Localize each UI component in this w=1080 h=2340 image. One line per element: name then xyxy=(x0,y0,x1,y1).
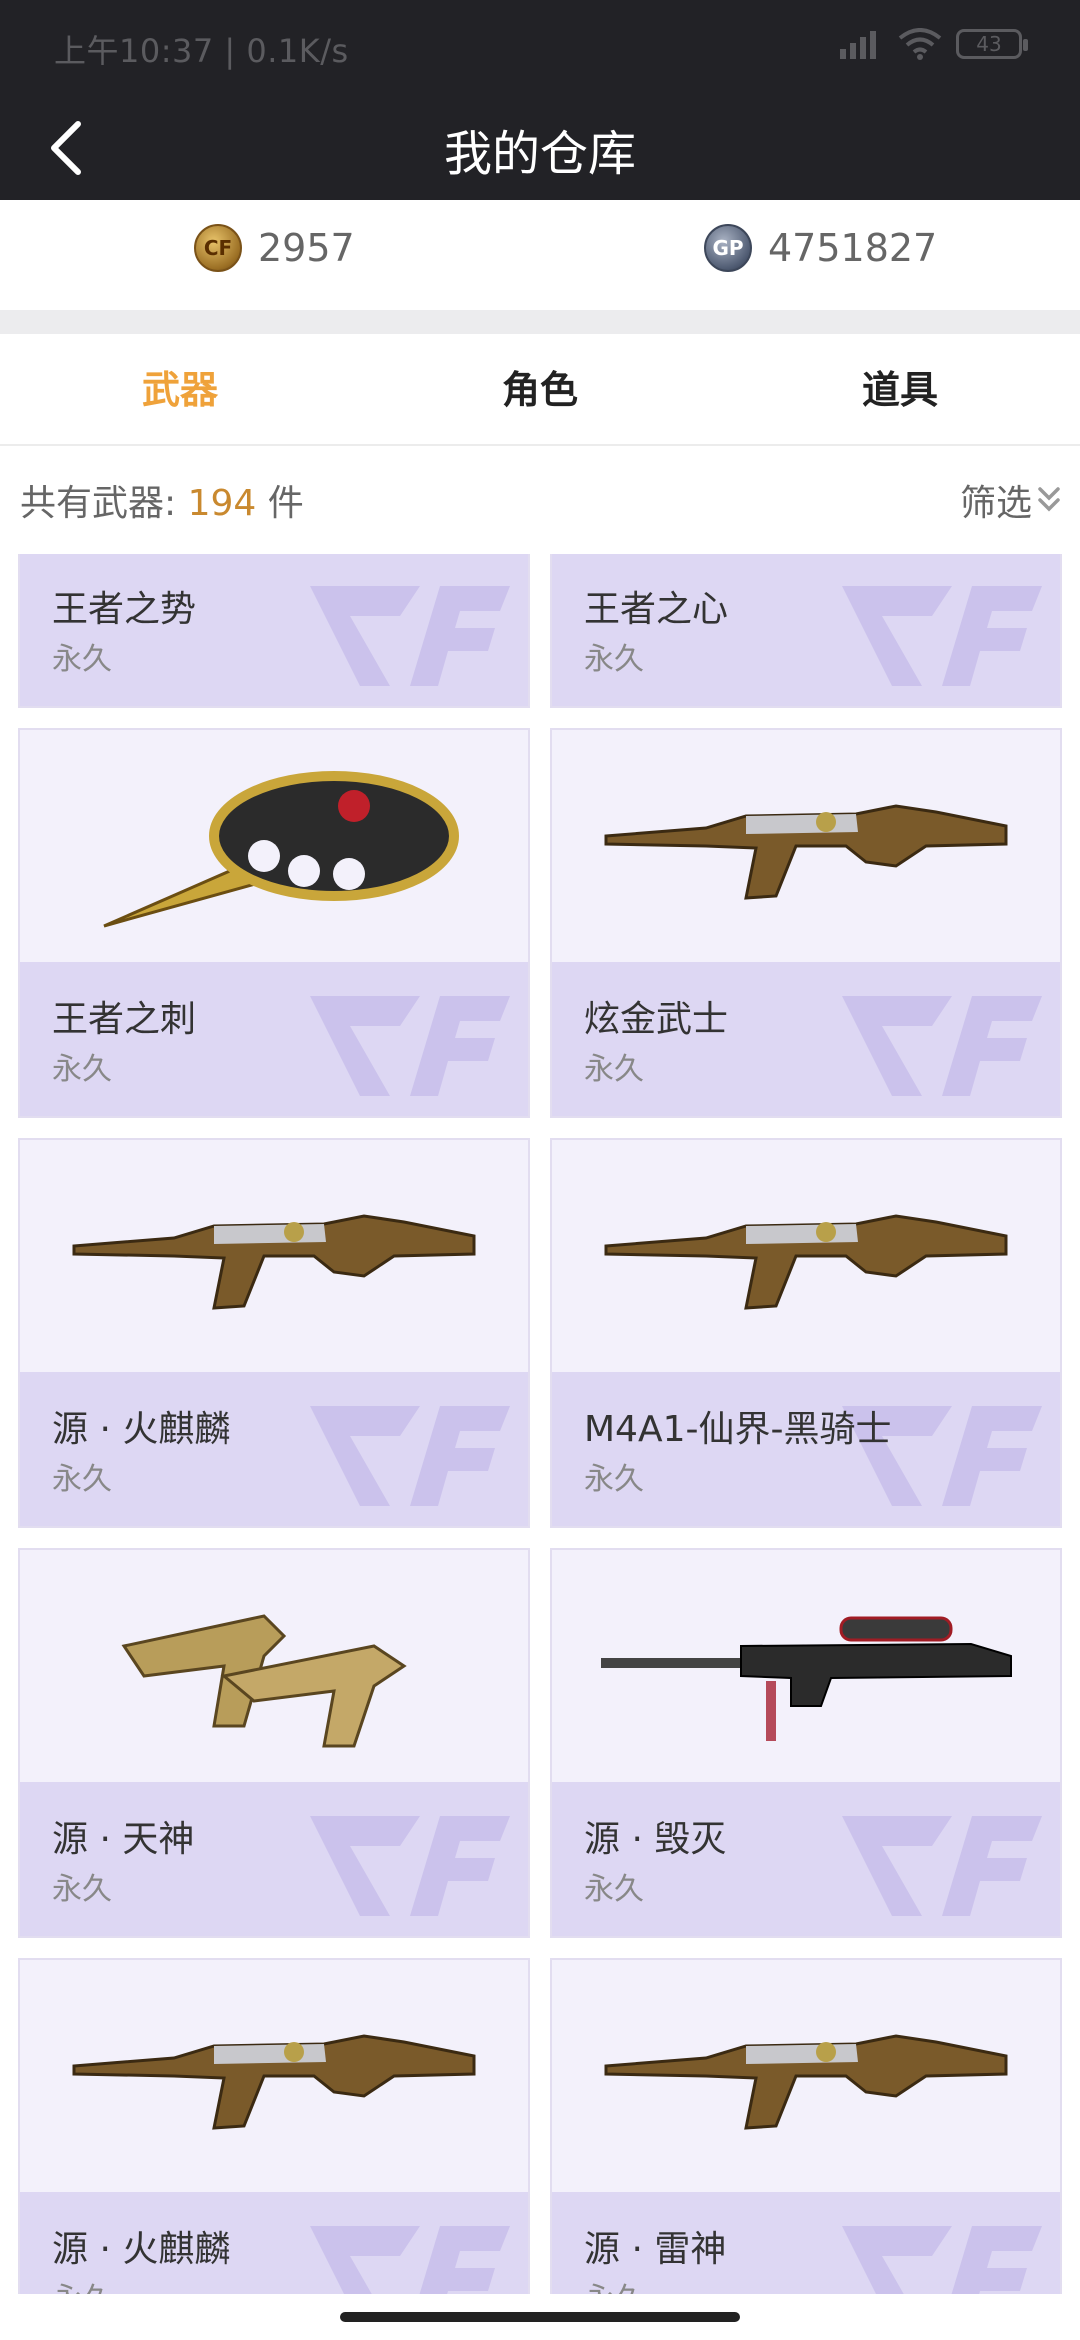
rifle-icon xyxy=(552,730,1060,962)
cf-coin-icon: CF xyxy=(194,224,242,272)
filter-button[interactable]: 筛选 xyxy=(960,474,1062,526)
cf-watermark-icon xyxy=(842,1816,1042,1916)
nav-bar: 我的仓库 xyxy=(0,96,1080,200)
weapon-card-info: 王者之势 永久 xyxy=(20,554,528,706)
wifi-icon xyxy=(898,28,942,60)
weapon-card[interactable]: 源 · 雷神永久 xyxy=(550,1958,1062,2294)
weapon-card[interactable]: 王者之心 永久 xyxy=(550,554,1062,708)
weapon-name: 王者之刺 xyxy=(52,999,197,1040)
weapon-card[interactable]: 炫金武士 永久 xyxy=(550,728,1062,1118)
weapon-duration: 永久 xyxy=(52,642,112,677)
weapon-card-info: 王者之心 永久 xyxy=(552,554,1060,706)
weapon-count-suffix: 件 xyxy=(256,483,304,524)
dual-pistol-icon xyxy=(20,1550,528,1782)
rifle-icon xyxy=(20,1140,528,1372)
weapon-card[interactable]: 王者之刺 永久 xyxy=(18,728,530,1118)
gp-points-value: 4751827 xyxy=(768,226,938,270)
cf-watermark-icon xyxy=(842,2226,1042,2294)
weapon-count-prefix: 共有武器: xyxy=(20,483,188,524)
weapon-card[interactable]: 源 · 火麒麟永久 xyxy=(18,1958,530,2294)
cf-watermark-icon xyxy=(310,2226,510,2294)
weapon-duration: 永久 xyxy=(584,642,644,677)
double-chevron-down-icon xyxy=(1038,487,1060,512)
battery-level: 43 xyxy=(976,32,1002,56)
status-time: 上午10:37 | 0.1K/s xyxy=(54,32,349,70)
weapon-duration: 永久 xyxy=(584,1462,644,1497)
cf-points: CF 2957 xyxy=(194,224,355,272)
filter-label: 筛选 xyxy=(959,483,1032,524)
weapon-card[interactable]: 源 · 天神永久 xyxy=(18,1548,530,1938)
gp-coin-icon: GP xyxy=(704,224,752,272)
weapon-name: 源 · 火麒麟 xyxy=(52,1409,231,1450)
battery-icon: 43 xyxy=(956,29,1028,59)
weapon-duration: 永久 xyxy=(52,1462,112,1497)
weapon-name: 源 · 毁灭 xyxy=(584,1819,727,1860)
weapon-name: 源 · 火麒麟 xyxy=(52,2229,231,2270)
sniper-rifle-icon xyxy=(552,1550,1060,1782)
weapon-card-info: 源 · 毁灭永久 xyxy=(552,1782,1060,1936)
weapon-duration: 永久 xyxy=(52,1872,112,1907)
gp-points: GP 4751827 xyxy=(704,224,937,272)
home-indicator[interactable] xyxy=(340,2312,740,2322)
weapon-name: 源 · 雷神 xyxy=(584,2229,727,2270)
weapon-duration: 永久 xyxy=(584,1052,644,1087)
knuckle-knife-icon xyxy=(20,730,528,962)
weapon-name: M4A1-仙界-黑骑士 xyxy=(584,1409,892,1450)
weapon-count: 共有武器: 194 件 xyxy=(20,474,304,526)
weapon-duration: 永久 xyxy=(52,2274,112,2294)
weapon-card-info: 炫金武士 永久 xyxy=(552,962,1060,1116)
top-bar: 上午10:37 | 0.1K/s 43 我的仓库 xyxy=(0,0,1080,200)
cf-watermark-icon xyxy=(310,586,510,686)
section-divider xyxy=(0,310,1080,334)
weapon-name: 王者之势 xyxy=(52,589,197,630)
cf-watermark-icon xyxy=(842,996,1042,1096)
status-icons: 43 xyxy=(838,28,1028,60)
tab-items[interactable]: 道具 xyxy=(720,334,1080,444)
tab-characters[interactable]: 角色 xyxy=(360,334,720,444)
cf-points-value: 2957 xyxy=(258,226,355,270)
weapon-card[interactable]: 源 · 毁灭永久 xyxy=(550,1548,1062,1938)
weapon-grid: 王者之势 永久 王者之心 永久 王者之刺 永久 炫金武士 永久 源 · 火麒麟 永久 M4… xyxy=(0,554,1080,2294)
rifle-icon xyxy=(20,1960,528,2192)
rifle-icon xyxy=(552,1140,1060,1372)
weapon-count-value: 194 xyxy=(187,483,257,524)
signal-icon xyxy=(840,31,876,59)
weapon-card[interactable]: M4A1-仙界-黑骑士永久 xyxy=(550,1138,1062,1528)
status-bar: 上午10:37 | 0.1K/s 43 xyxy=(0,0,1080,96)
weapon-duration: 永久 xyxy=(584,1872,644,1907)
tab-weapons[interactable]: 武器 xyxy=(0,334,360,444)
weapon-card-info: M4A1-仙界-黑骑士永久 xyxy=(552,1372,1060,1526)
summary-row: 共有武器: 194 件 筛选 xyxy=(0,448,1080,554)
weapon-duration: 永久 xyxy=(584,2274,644,2294)
category-tabs: 武器 角色 道具 xyxy=(0,334,1080,446)
page-title: 我的仓库 xyxy=(443,126,636,182)
currency-row: CF 2957 GP 4751827 xyxy=(0,200,1080,310)
weapon-name: 王者之心 xyxy=(584,589,729,630)
weapon-duration: 永久 xyxy=(52,1052,112,1087)
cf-watermark-icon xyxy=(310,1816,510,1916)
weapon-card-info: 源 · 雷神永久 xyxy=(552,2192,1060,2294)
weapon-card-info: 源 · 火麒麟永久 xyxy=(20,2192,528,2294)
weapon-card-info: 王者之刺 永久 xyxy=(20,962,528,1116)
weapon-card[interactable]: 王者之势 永久 xyxy=(18,554,530,708)
weapon-name: 源 · 天神 xyxy=(52,1819,195,1860)
weapon-name: 炫金武士 xyxy=(584,999,729,1040)
rifle-icon xyxy=(552,1960,1060,2192)
weapon-card[interactable]: 源 · 火麒麟永久 xyxy=(18,1138,530,1528)
cf-watermark-icon xyxy=(310,996,510,1096)
cf-watermark-icon xyxy=(310,1406,510,1506)
weapon-card-info: 源 · 火麒麟永久 xyxy=(20,1372,528,1526)
weapon-card-info: 源 · 天神永久 xyxy=(20,1782,528,1936)
cf-watermark-icon xyxy=(842,586,1042,686)
